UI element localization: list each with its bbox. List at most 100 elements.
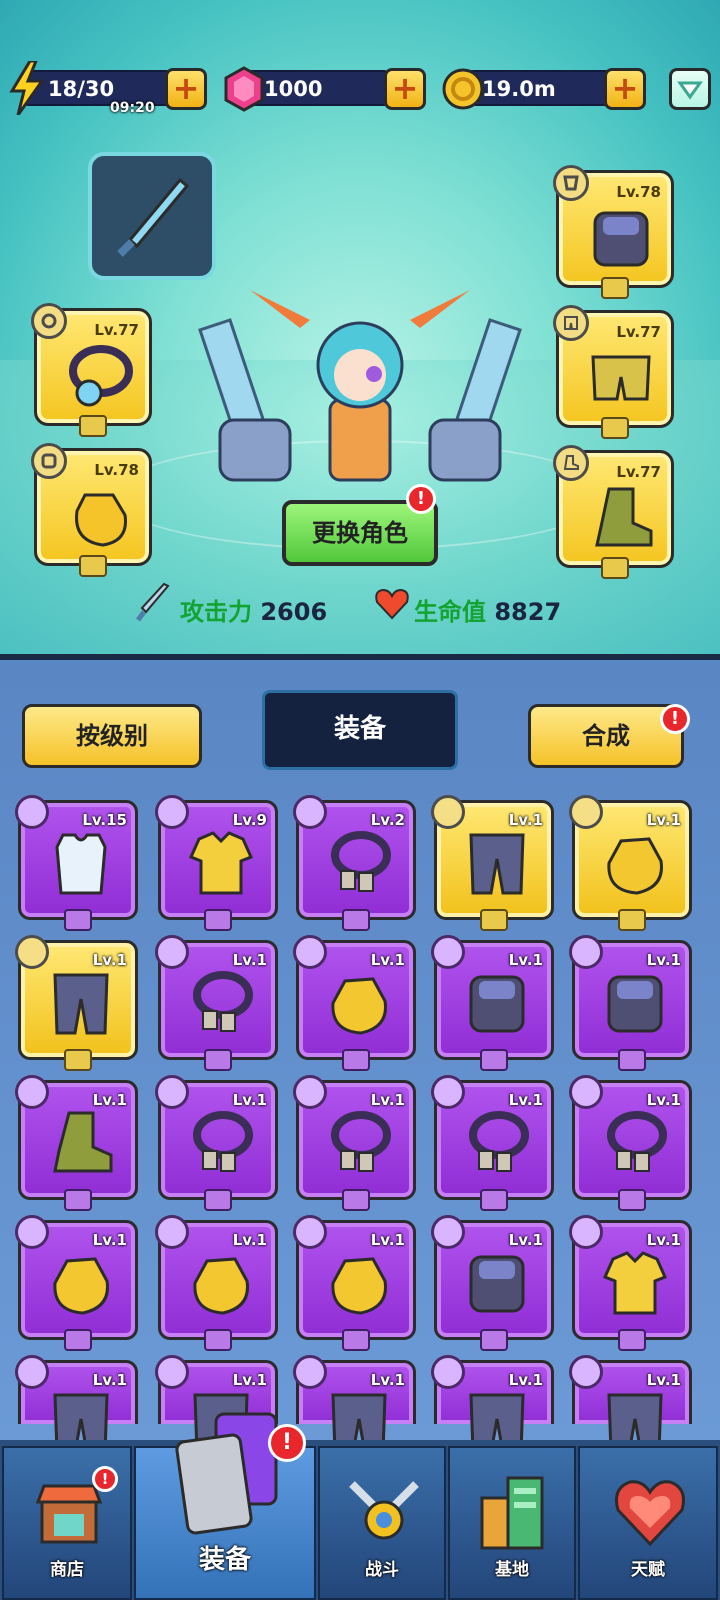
- boots-icon: [53, 1111, 113, 1173]
- inventory-item-necklace[interactable]: Lv.1: [569, 1075, 692, 1211]
- gloves-type-icon: [293, 935, 327, 969]
- equipped-boots-slot[interactable]: Lv.77: [553, 445, 674, 579]
- inventory-item-necklace[interactable]: Lv.2: [293, 795, 416, 931]
- merge-alert-badge: !: [660, 704, 690, 734]
- nav-equipment[interactable]: 装备 !: [134, 1412, 316, 1600]
- sort-by-level-button[interactable]: 按级别: [22, 704, 202, 768]
- inventory-title-tab: 装备: [262, 690, 458, 770]
- pants-type-icon: [15, 1355, 49, 1389]
- nav-equipment-label: 装备: [198, 1545, 251, 1575]
- armor-icon: [469, 1255, 525, 1313]
- inventory-item-necklace[interactable]: Lv.1: [155, 1075, 278, 1211]
- inventory-item-armor[interactable]: Lv.1: [431, 935, 554, 1071]
- nav-talent-label: 天赋: [631, 1560, 665, 1580]
- item-tier-tag: [618, 1049, 646, 1071]
- inventory-item-armor[interactable]: Lv.1: [569, 935, 692, 1071]
- lightning-icon: [6, 60, 46, 116]
- inventory-item-armor[interactable]: Lv.1: [431, 1215, 554, 1351]
- item-level: Lv.77: [94, 321, 139, 339]
- weapon-slot[interactable]: [88, 152, 216, 280]
- armor-icon: [593, 211, 649, 267]
- equipped-necklace-slot[interactable]: Lv.77: [31, 303, 152, 437]
- armor-icon: [607, 975, 663, 1033]
- item-tier-tag: [342, 1189, 370, 1211]
- shorts-icon: [591, 355, 651, 401]
- inventory-item-pants[interactable]: Lv.1: [431, 1355, 554, 1455]
- upgrade-arrow: [601, 557, 629, 579]
- nav-shop[interactable]: 商店 !: [2, 1446, 132, 1600]
- nav-battle[interactable]: 战斗: [318, 1446, 446, 1600]
- inventory-item-shirt[interactable]: Lv.1: [569, 1215, 692, 1351]
- armor-type-icon: [431, 935, 465, 969]
- gem-icon: [222, 64, 266, 114]
- necklace-type-icon: [155, 935, 189, 969]
- item-tier-tag: [480, 1329, 508, 1351]
- upgrade-arrow: [79, 415, 107, 437]
- item-tier-tag: [64, 1189, 92, 1211]
- item-tier-tag: [204, 1049, 232, 1071]
- inventory-item-necklace[interactable]: Lv.1: [431, 1075, 554, 1211]
- inventory-item-gloves[interactable]: Lv.1: [15, 1215, 138, 1351]
- inventory-item-pants[interactable]: Lv.1: [293, 1355, 416, 1455]
- equipment-alert-badge: !: [268, 1424, 306, 1462]
- hp-stat: 生命值 8827: [414, 592, 561, 627]
- inventory-item-shirt[interactable]: Lv.9: [155, 795, 278, 931]
- inventory-item-pants[interactable]: Lv.1: [15, 1355, 138, 1455]
- inventory-item-gloves[interactable]: Lv.1: [569, 795, 692, 931]
- necklace-type-icon: [31, 303, 67, 339]
- item-level: Lv.77: [616, 323, 661, 341]
- item-tier-tag: [204, 909, 232, 931]
- gloves-type-icon: [155, 1215, 189, 1249]
- equipped-pants-slot[interactable]: Lv.77: [553, 305, 674, 439]
- pants-type-icon: [15, 935, 49, 969]
- nav-battle-label: 战斗: [365, 1560, 399, 1580]
- inventory-item-gloves[interactable]: Lv.1: [293, 1215, 416, 1351]
- inventory-item-pants[interactable]: Lv.1: [431, 795, 554, 931]
- gloves-type-icon: [31, 443, 67, 479]
- vest-icon: [55, 833, 107, 895]
- dropdown-menu-button[interactable]: [669, 68, 711, 110]
- inventory-item-necklace[interactable]: Lv.1: [293, 1075, 416, 1211]
- inventory-item-boots[interactable]: Lv.1: [15, 1075, 138, 1211]
- shirt-type-icon: [155, 795, 189, 829]
- equipped-armor-slot[interactable]: Lv.78: [553, 165, 674, 299]
- attack-label: 攻击力: [180, 598, 252, 626]
- coin-icon: [440, 66, 486, 112]
- pants-type-icon: [155, 1355, 189, 1389]
- equipment-cards-icon: [175, 1412, 278, 1535]
- gloves-icon: [331, 977, 387, 1035]
- pants-type-icon: [569, 1355, 603, 1389]
- attack-value: 2606: [260, 598, 328, 626]
- inventory-item-vest[interactable]: Lv.15: [15, 795, 138, 931]
- item-tier-tag: [64, 1329, 92, 1351]
- chevron-down-icon: [677, 81, 703, 100]
- inventory-item-pants[interactable]: Lv.1: [15, 935, 138, 1071]
- boots-type-icon: [15, 1075, 49, 1109]
- pants-type-icon: [431, 1355, 465, 1389]
- gloves-icon: [53, 1257, 109, 1315]
- item-tier-tag: [618, 1329, 646, 1351]
- crossed-swords-icon: [349, 1481, 419, 1540]
- hp-label: 生命值: [414, 598, 486, 626]
- nav-talent[interactable]: 天赋: [578, 1446, 718, 1600]
- equipped-gloves-slot[interactable]: Lv.78: [31, 443, 152, 577]
- inventory-item-pants[interactable]: Lv.1: [569, 1355, 692, 1455]
- gloves-type-icon: [569, 795, 603, 829]
- add-gold-button[interactable]: +: [604, 68, 646, 110]
- inventory-item-gloves[interactable]: Lv.1: [293, 935, 416, 1071]
- item-tier-tag: [64, 1049, 92, 1071]
- sword-stat-icon: [136, 582, 170, 622]
- item-level: Lv.78: [94, 461, 139, 479]
- nav-base[interactable]: 基地: [448, 1446, 576, 1600]
- item-tier-tag: [342, 909, 370, 931]
- necklace-type-icon: [293, 1075, 327, 1109]
- inventory-item-necklace[interactable]: Lv.1: [155, 935, 278, 1071]
- add-gems-button[interactable]: +: [384, 68, 426, 110]
- item-tier-tag: [64, 909, 92, 931]
- change-character-alert-badge: !: [406, 484, 436, 514]
- inventory-item-gloves[interactable]: Lv.1: [155, 1215, 278, 1351]
- armor-icon: [469, 975, 525, 1033]
- shirt-icon: [602, 1251, 668, 1315]
- add-energy-button[interactable]: +: [165, 68, 207, 110]
- item-tier-tag: [618, 909, 646, 931]
